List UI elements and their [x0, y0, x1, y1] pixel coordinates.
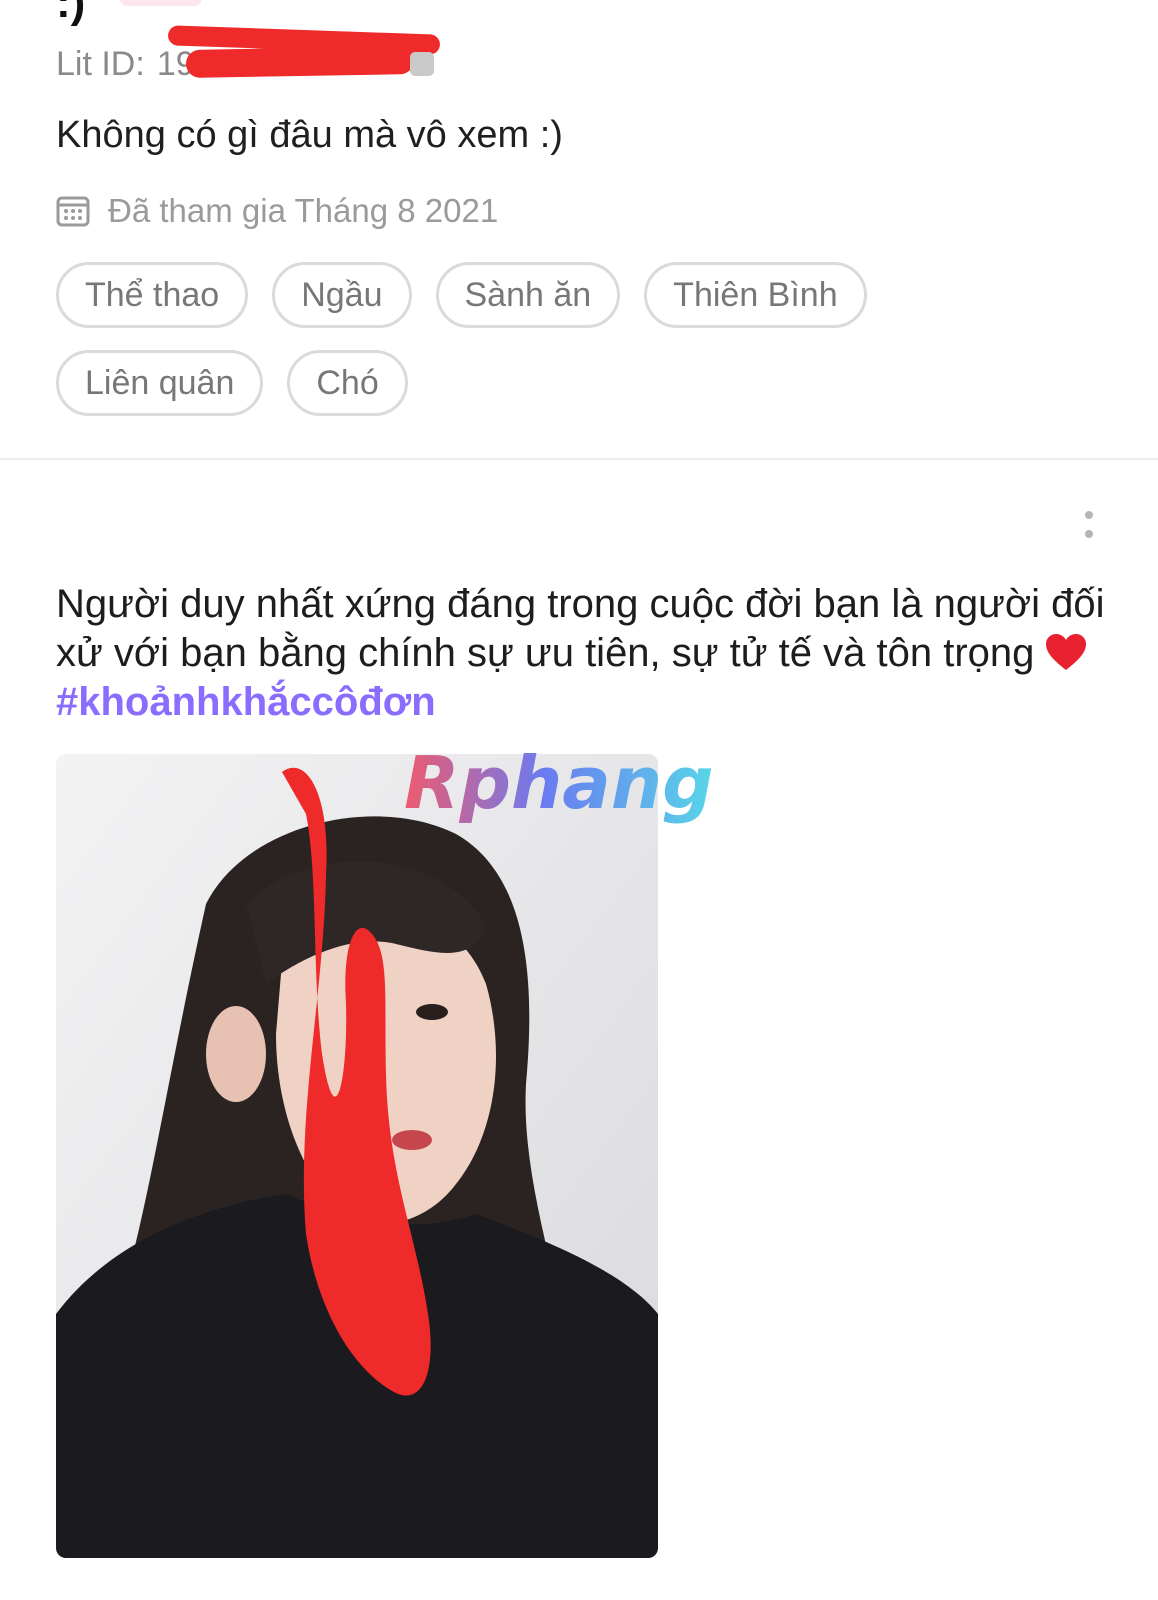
section-divider: [0, 458, 1158, 460]
post-photo[interactable]: [56, 754, 658, 1558]
heart-icon: [1044, 632, 1088, 672]
post-hashtag[interactable]: #khoảnhkhắccôđơn: [56, 680, 436, 724]
profile-name-fragment: :): [56, 0, 86, 27]
redaction-scribble: [185, 46, 415, 78]
tag-the-thao[interactable]: Thể thao: [56, 262, 249, 328]
calendar-icon: [56, 194, 90, 228]
tag-sanh-an[interactable]: Sành ăn: [435, 262, 621, 328]
joined-date-row: Đã tham gia Tháng 8 2021: [56, 192, 498, 230]
post-text: Người duy nhất xứng đáng trong cuộc đời …: [56, 582, 1105, 675]
watermark-logo: Rphang: [398, 740, 738, 832]
interest-tags: Thể thao Ngầu Sành ăn Thiên Bình Liên qu…: [56, 262, 1096, 438]
copy-icon[interactable]: [410, 52, 434, 76]
tag-cho[interactable]: Chó: [287, 350, 408, 416]
profile-badge: [120, 0, 202, 6]
tag-row: Liên quân Chó: [56, 350, 1096, 416]
tag-ngau[interactable]: Ngầu: [272, 262, 412, 328]
joined-date-text: Đã tham gia Tháng 8 2021: [108, 192, 499, 229]
more-vertical-icon[interactable]: [1082, 510, 1096, 542]
tag-thien-binh[interactable]: Thiên Bình: [644, 262, 867, 328]
post-caption: Người duy nhất xứng đáng trong cuộc đời …: [56, 580, 1116, 727]
tag-row: Thể thao Ngầu Sành ăn Thiên Bình: [56, 262, 1096, 328]
profile-bio: Không có gì đâu mà vô xem :): [56, 114, 563, 156]
tag-lien-quan[interactable]: Liên quân: [56, 350, 264, 416]
lit-id-label: Lit ID:: [56, 44, 145, 83]
lit-id-row: Lit ID: 19: [56, 42, 195, 86]
watermark-text: Rphang: [404, 741, 714, 825]
